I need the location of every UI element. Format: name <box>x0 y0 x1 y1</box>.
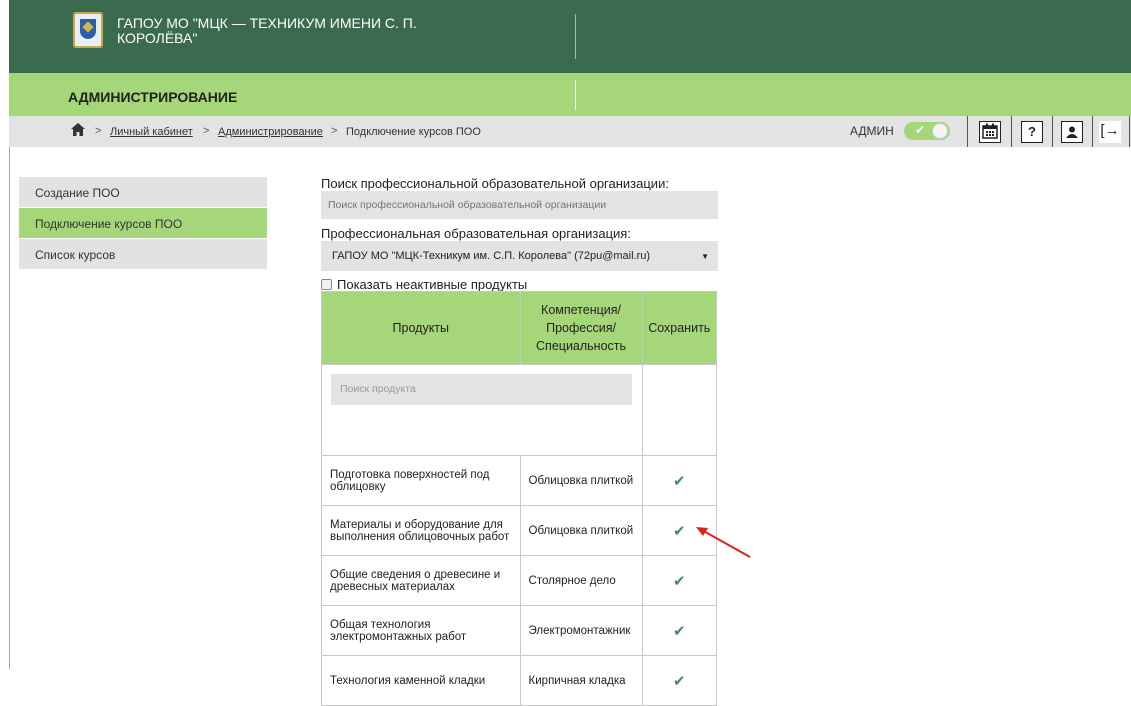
sidebar-item-connect-courses[interactable]: Подключение курсов ПОО <box>19 208 267 238</box>
help-icon[interactable]: ? <box>1021 121 1043 143</box>
table-row: Общие сведения о древесине и древесных м… <box>321 555 718 606</box>
breadcrumb-admin-link[interactable]: Администрирование <box>218 126 323 138</box>
org-search-input[interactable] <box>321 191 718 219</box>
page-left-border <box>9 147 10 669</box>
sidebar-item-create-poo[interactable]: Создание ПОО <box>19 177 267 207</box>
breadcrumb-separator: > <box>203 125 210 137</box>
table-row: Технология каменной кладки Кирпичная кла… <box>321 655 718 706</box>
show-inactive-label: Показать неактивные продукты <box>337 277 528 292</box>
product-cell: Материалы и оборудование для выполнения … <box>321 505 521 556</box>
checkmark-icon[interactable]: ✔ <box>641 505 718 556</box>
org-select-label: Профессиональная образовательная организ… <box>321 226 631 241</box>
competence-cell: Электромонтажник <box>519 605 643 656</box>
section-title: АДМИНИСТРИРОВАНИЕ <box>68 89 238 105</box>
product-cell: Подготовка поверхностей под облицовку <box>321 455 521 506</box>
table-row: Материалы и оборудование для выполнения … <box>321 505 718 556</box>
section-divider <box>575 80 576 110</box>
org-logo-icon <box>73 12 103 48</box>
competence-cell: Столярное дело <box>519 555 643 606</box>
table-row: Общая технология электромонтажных работ … <box>321 605 718 656</box>
org-title: ГАПОУ МО "МЦК — ТЕХНИКУМ ИМЕНИ С. П. КОР… <box>117 15 417 46</box>
breadcrumb-separator: > <box>331 125 338 137</box>
empty-save-cell <box>641 364 718 456</box>
products-table: Продукты Компетенция/ Профессия/ Специал… <box>321 291 718 706</box>
column-header-competence: Компетенция/ Профессия/ Специальность <box>519 291 643 365</box>
product-cell: Общие сведения о древесине и древесных м… <box>321 555 521 606</box>
org-search-label: Поиск профессиональной образовательной о… <box>321 176 669 191</box>
org-select[interactable]: ГАПОУ МО "МЦК-Техникум им. С.П. Королева… <box>321 241 718 271</box>
profile-icon[interactable] <box>1061 121 1083 143</box>
toolbar-divider <box>1011 116 1012 147</box>
breadcrumb-current: Подключение курсов ПОО <box>346 126 481 138</box>
calendar-icon[interactable] <box>979 121 1001 143</box>
checkmark-icon[interactable]: ✔ <box>641 655 718 706</box>
toolbar-divider <box>1052 116 1053 147</box>
table-row: Подготовка поверхностей под облицовку Об… <box>321 455 718 506</box>
toolbar-divider <box>967 116 968 147</box>
product-search-cell: Поиск продукта <box>321 364 643 456</box>
product-cell: Технология каменной кладки <box>321 655 521 706</box>
breadcrumb-separator: > <box>95 125 102 137</box>
column-header-save: Сохранить <box>641 291 718 365</box>
toggle-knob <box>932 123 948 139</box>
column-header-products: Продукты <box>321 291 521 365</box>
role-label: АДМИН <box>850 124 894 138</box>
checkmark-icon[interactable]: ✔ <box>641 555 718 606</box>
checkmark-icon[interactable]: ✔ <box>641 605 718 656</box>
breadcrumb: > Личный кабинет > Администрирование > П… <box>9 116 1131 147</box>
dropdown-arrow-icon: ▼ <box>701 252 709 261</box>
logout-icon[interactable]: [→ <box>1099 121 1121 143</box>
competence-cell: Облицовка плиткой <box>519 505 643 556</box>
toolbar-divider <box>1129 116 1130 147</box>
role-toggle[interactable]: ✔ <box>904 122 950 140</box>
checkmark-icon[interactable]: ✔ <box>641 455 718 506</box>
product-search-input[interactable]: Поиск продукта <box>331 374 632 405</box>
home-icon[interactable] <box>71 123 85 136</box>
show-inactive-checkbox[interactable] <box>321 279 332 290</box>
header-divider <box>575 14 576 59</box>
top-header: ГАПОУ МО "МЦК — ТЕХНИКУМ ИМЕНИ С. П. КОР… <box>9 0 1131 73</box>
toolbar-divider <box>1092 116 1093 147</box>
show-inactive-row: Показать неактивные продукты <box>321 277 527 292</box>
breadcrumb-cabinet-link[interactable]: Личный кабинет <box>110 126 193 138</box>
sidebar-item-course-list[interactable]: Список курсов <box>19 239 267 269</box>
checkmark-icon: ✔ <box>915 123 926 137</box>
product-cell: Общая технология электромонтажных работ <box>321 605 521 656</box>
competence-cell: Кирпичная кладка <box>519 655 643 706</box>
competence-cell: Облицовка плиткой <box>519 455 643 506</box>
org-select-value: ГАПОУ МО "МЦК-Техникум им. С.П. Королева… <box>332 250 651 262</box>
section-bar: АДМИНИСТРИРОВАНИЕ <box>9 73 1131 116</box>
